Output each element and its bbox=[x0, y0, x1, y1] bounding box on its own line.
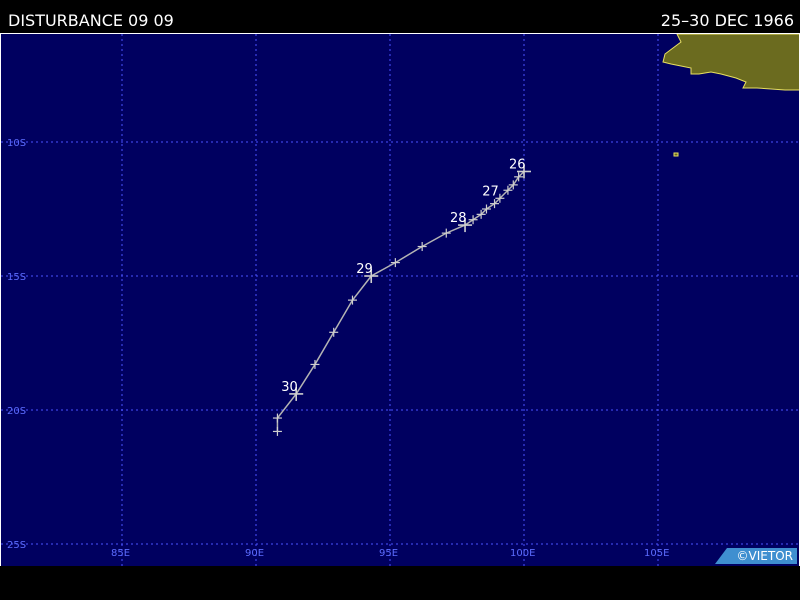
day-label: 27 bbox=[482, 184, 499, 199]
date-range: 25–30 DEC 1966 bbox=[660, 11, 794, 30]
track-map: 85E 90E 95E 100E 105E 10S 15S 20S 25S 26… bbox=[0, 33, 800, 566]
track-position-marker bbox=[468, 215, 478, 225]
day-label: 28 bbox=[450, 211, 467, 226]
grid-labels: 85E 90E 95E 100E 105E 10S 15S 20S 25S bbox=[7, 138, 669, 559]
land-sumatra-java bbox=[662, 34, 799, 157]
day-label: 26 bbox=[509, 157, 526, 172]
graticule bbox=[1, 34, 799, 566]
lat-label-15s: 15S bbox=[7, 272, 26, 283]
credit-badge: ©VIETOR bbox=[715, 548, 797, 564]
lon-label-105e: 105E bbox=[644, 548, 669, 559]
track-position-marker bbox=[417, 242, 427, 252]
map-canvas: 85E 90E 95E 100E 105E 10S 15S 20S 25S 26… bbox=[1, 34, 799, 566]
day-label: 30 bbox=[281, 380, 298, 395]
small-island bbox=[673, 152, 679, 157]
track-position-marker bbox=[441, 228, 451, 238]
day-label: 29 bbox=[356, 262, 373, 277]
lon-label-95e: 95E bbox=[379, 548, 398, 559]
track-position-marker bbox=[390, 258, 400, 268]
track-position-marker bbox=[272, 426, 282, 436]
storm-track bbox=[272, 164, 531, 436]
lat-label-20s: 20S bbox=[7, 406, 26, 417]
lon-label-100e: 100E bbox=[510, 548, 535, 559]
lon-label-85e: 85E bbox=[111, 548, 130, 559]
lon-label-90e: 90E bbox=[245, 548, 264, 559]
lat-label-25s: 25S bbox=[7, 540, 26, 551]
track-position-marker bbox=[329, 327, 339, 337]
landmass bbox=[662, 34, 799, 91]
map-title: DISTURBANCE 09 09 bbox=[8, 11, 174, 30]
lat-label-10s: 10S bbox=[7, 138, 26, 149]
track-position-marker bbox=[310, 359, 320, 369]
